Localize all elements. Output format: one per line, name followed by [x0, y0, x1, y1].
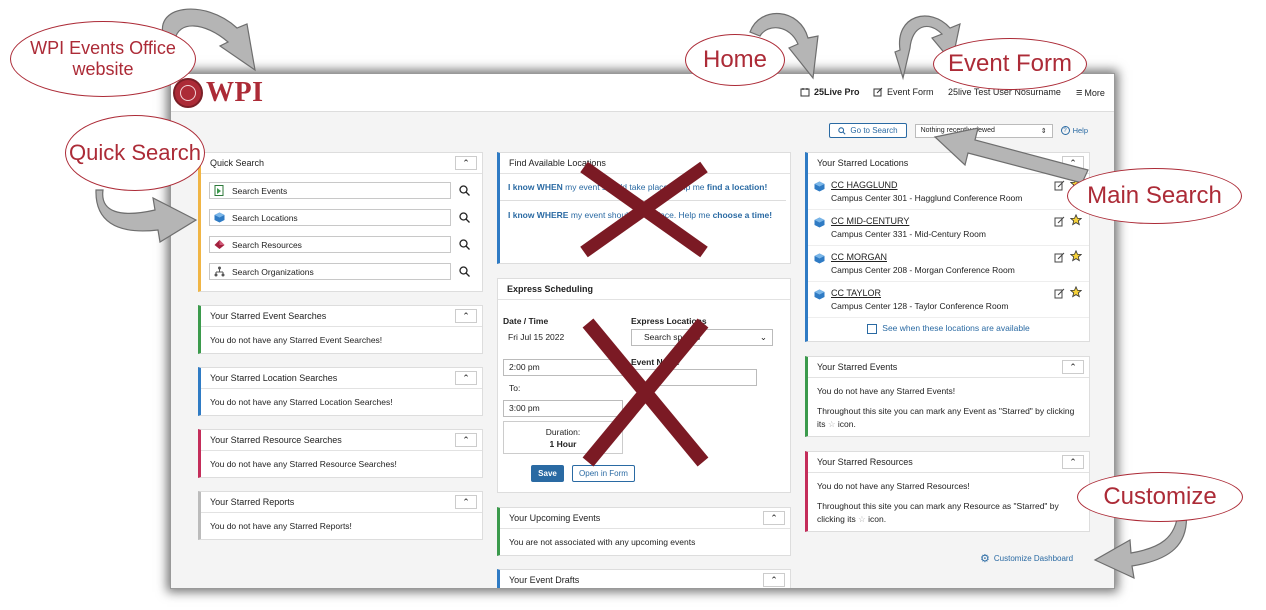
annotation-events-office: WPI Events Office website: [10, 21, 196, 97]
25live-dashboard-screenshot: WPI 25Live Pro Event Form 25live Test Us…: [170, 73, 1115, 589]
annotation-main-search: Main Search: [1067, 168, 1242, 224]
crossed-out-marks: [580, 161, 709, 467]
annotation-event-form: Event Form: [933, 38, 1087, 90]
annotation-home: Home: [685, 34, 785, 86]
annotation-customize: Customize: [1077, 472, 1243, 522]
annotation-quick-search: Quick Search: [65, 115, 205, 191]
